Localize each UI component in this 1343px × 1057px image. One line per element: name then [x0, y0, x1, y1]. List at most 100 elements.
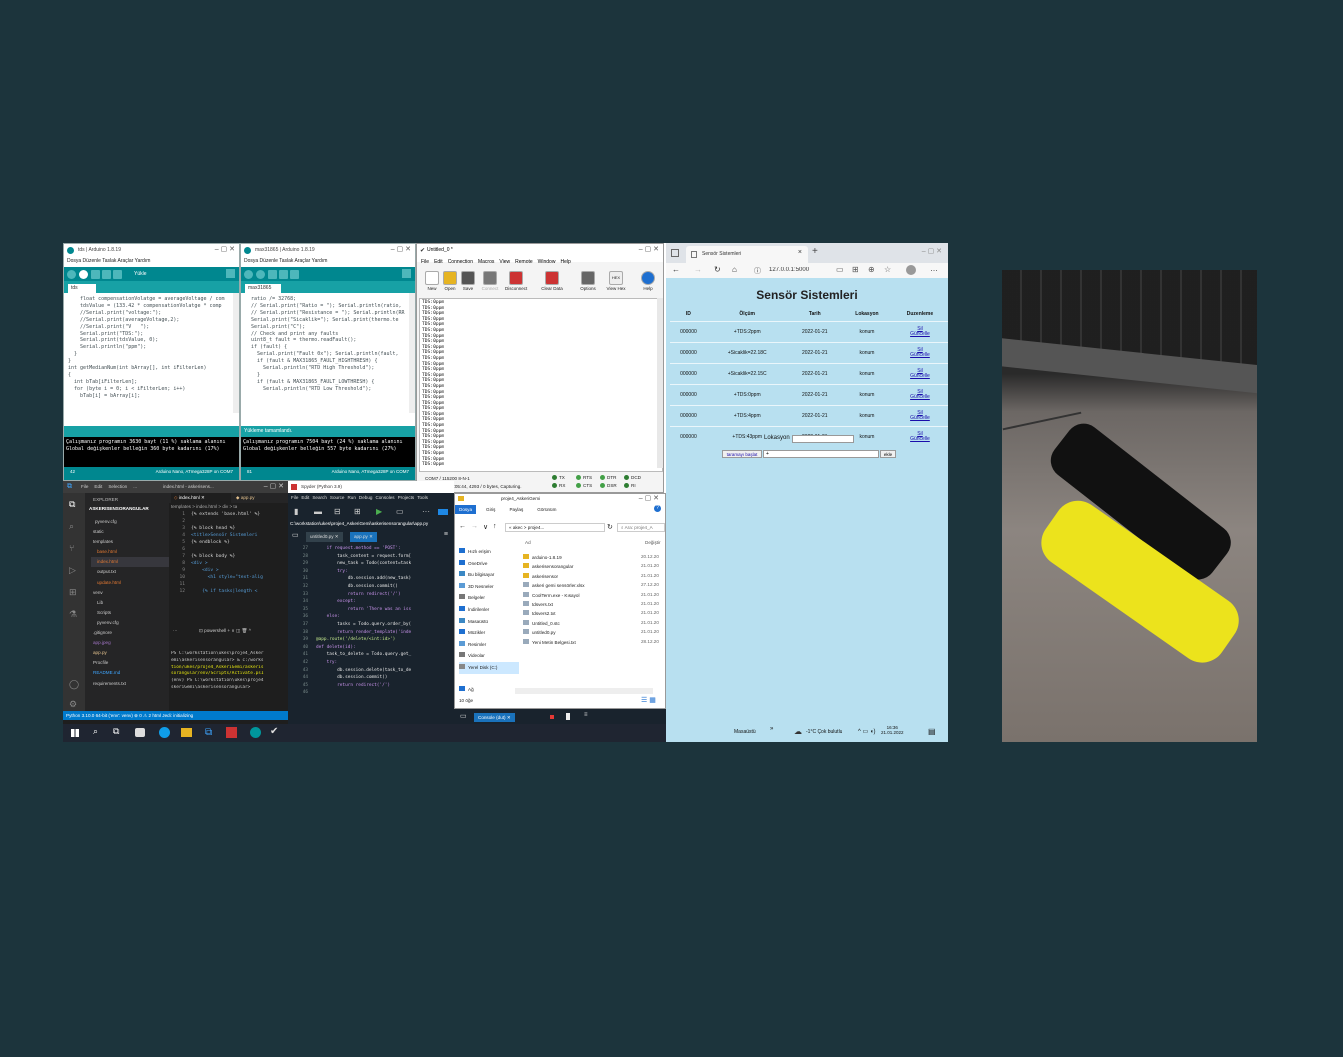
verify-icon[interactable]	[244, 270, 253, 279]
reader-icon[interactable]: ▭	[836, 265, 844, 274]
tab-max31865[interactable]: max31865	[245, 284, 281, 293]
menu-item[interactable]: ...	[133, 484, 137, 489]
forward-icon[interactable]: →	[471, 523, 478, 530]
camera-app-icon[interactable]	[135, 728, 145, 737]
search-icon[interactable]: ⌕	[69, 521, 74, 532]
task-view-icon[interactable]: ⧉	[113, 726, 119, 737]
serial-monitor-icon[interactable]	[226, 269, 235, 278]
menu-item[interactable]: Search	[312, 495, 327, 500]
run-icon[interactable]: ▶	[376, 507, 382, 516]
source-control-icon[interactable]: ⑂	[69, 543, 74, 553]
recent-icon[interactable]: ∨	[483, 523, 488, 531]
weather-text[interactable]: -1°C Çok bulutlu	[806, 729, 842, 735]
file-tree-item[interactable]: pyvenv.cfg	[91, 618, 169, 628]
favorites-icon[interactable]: ☆	[884, 265, 891, 274]
ribbon-tab[interactable]: Giriş	[482, 505, 499, 514]
ribbon-tab[interactable]: Dosya	[455, 505, 477, 514]
nav-item[interactable]: İndirilenler	[459, 604, 519, 616]
column-date[interactable]: Değiştir	[645, 540, 661, 545]
code-editor[interactable]: if request.method == 'POST': task_conten…	[316, 545, 454, 689]
tab-tds[interactable]: tds	[68, 284, 96, 293]
profile-avatar[interactable]	[906, 265, 916, 275]
file-row[interactable]: tdsvers.txt 21.01.20	[523, 600, 667, 610]
file-tree-item[interactable]: requirements.txt	[91, 679, 169, 689]
toolbar-button-help[interactable]: Help	[637, 270, 659, 296]
new-icon[interactable]	[268, 270, 277, 279]
open-file-icon[interactable]: ▬	[314, 507, 322, 516]
tab-untitled0[interactable]: untitled0.py ✕	[306, 532, 343, 542]
menu-bar[interactable]: Dosya Düzenle Taslak Araçlar Yardım	[64, 258, 239, 267]
tab-index-html[interactable]: ◇ index.html ✕	[171, 493, 231, 503]
editor-scrollbar[interactable]	[233, 293, 239, 413]
menu-item[interactable]: Selection	[108, 484, 127, 489]
chevron-icon[interactable]: »	[770, 726, 773, 732]
terminal-scrollbar[interactable]	[657, 298, 663, 468]
file-tree-item[interactable]: app.jpeg	[91, 638, 169, 648]
menu-item-remote[interactable]: Remote	[515, 259, 533, 265]
toolbar-button-save[interactable]: Save	[457, 270, 479, 296]
file-tree-item[interactable]: base.html	[91, 547, 169, 557]
menu-item-help[interactable]: Help	[560, 259, 570, 265]
file-row[interactable]: untitled0.py 21.01.20	[523, 629, 667, 638]
file-tree-item[interactable]: app.py	[91, 648, 169, 658]
window-controls[interactable]: – ▢ ✕	[264, 482, 284, 490]
address-path[interactable]: « akec > proje4...	[505, 523, 605, 532]
stop-icon[interactable]	[550, 715, 554, 719]
toolbar-button-view-hex[interactable]: HEX View Hex	[603, 270, 629, 296]
verify-icon[interactable]	[67, 270, 76, 279]
menu-item[interactable]: Run	[347, 495, 355, 500]
run-cell-icon[interactable]: ▭	[396, 507, 404, 516]
file-row[interactable]: askerisensorangular 21.01.20	[523, 563, 667, 572]
clock[interactable]: 16:36 21.01.2022	[881, 725, 904, 735]
file-tree-item[interactable]: templates	[91, 537, 169, 547]
save-all-icon[interactable]: ⊞	[354, 507, 361, 516]
file-row[interactable]: Untitled_0.stc 21.01.20	[523, 619, 667, 629]
arduino-icon[interactable]	[250, 727, 261, 738]
window-controls[interactable]: – ▢ ✕	[215, 245, 235, 253]
menu-bar[interactable]: File Edit Search Source Run Debug Consoles Proj…	[291, 495, 454, 500]
toolbar-button-options[interactable]: Options	[577, 270, 599, 296]
code-editor[interactable]: 1 {% extends 'base.html' %} 2 3 {% block hea…	[169, 511, 288, 621]
window-controls[interactable]: – ▢ ✕	[639, 245, 659, 253]
code-editor[interactable]: float compensationVolatge = averageVolta…	[64, 293, 231, 419]
tab-app-py[interactable]: app.py ✕	[350, 532, 377, 542]
home-icon[interactable]: ⌂	[732, 265, 737, 274]
window-controls[interactable]: – ▢ ✕	[639, 494, 659, 502]
start-icon[interactable]	[71, 729, 79, 737]
file-tree-item[interactable]: venv	[91, 588, 169, 598]
panel-more[interactable]: ···	[173, 628, 178, 633]
update-link[interactable]: Güncelle	[910, 373, 930, 379]
project-name[interactable]: ASKERISENSORANGULAR	[89, 506, 149, 511]
breadcrumb[interactable]: templates > index.html > div > ta	[171, 504, 237, 509]
upload-icon[interactable]	[79, 270, 88, 279]
file-tree-item[interactable]: Lib	[91, 598, 169, 608]
window-controls[interactable]: – ▢ ✕	[922, 247, 942, 255]
toolbar-button-clear-data[interactable]: Clear Data	[541, 270, 563, 296]
menu-item-file[interactable]: File	[421, 259, 429, 265]
desktop-label[interactable]: Masaüstü	[734, 729, 756, 735]
more-icon[interactable]: …	[930, 264, 938, 273]
file-row[interactable]: tdsvers2.txt 21.01.20	[523, 610, 667, 619]
window-controls[interactable]: – ▢ ✕	[391, 245, 411, 253]
file-path[interactable]: C:\workstation\ukes\proje4_AskeriGemi\as…	[290, 521, 454, 526]
menu-bar[interactable]: File Edit Selection...	[81, 484, 143, 489]
menu-item[interactable]: Edit	[94, 484, 102, 489]
menu-item[interactable]: Projects	[398, 495, 415, 500]
nav-item[interactable]: 3D Nesneler	[459, 581, 519, 593]
nav-item[interactable]: Hızlı erişim	[459, 546, 519, 558]
help-icon[interactable]: ?	[654, 505, 661, 512]
apps-icon[interactable]: ⊞	[852, 265, 859, 274]
nav-item[interactable]: Masaüstü	[459, 616, 519, 628]
zoom-icon[interactable]: ⊕	[868, 265, 875, 274]
file-row[interactable]: askerisensor 21.01.20	[523, 572, 667, 582]
toolbar-button-connect[interactable]: Connect	[479, 270, 501, 296]
measurement-input[interactable]: +	[763, 450, 879, 458]
forward-icon[interactable]: →	[694, 265, 702, 274]
update-link[interactable]: Güncelle	[910, 415, 930, 421]
status-bar[interactable]: Python 3.10.0 64-bit ('env': venv) ⊗ 0 ⚠…	[63, 711, 288, 720]
save-icon[interactable]	[290, 270, 299, 279]
file-row[interactable]: Yeni Metin Belgesi.txt 28.12.20	[523, 638, 667, 648]
settings-gear-icon[interactable]: ⚙	[69, 699, 77, 710]
file-row[interactable]: askeri gemi sensörler.xlsx 27.12.20	[523, 582, 667, 591]
start-scan-button[interactable]: taramayı başlat	[722, 450, 762, 458]
